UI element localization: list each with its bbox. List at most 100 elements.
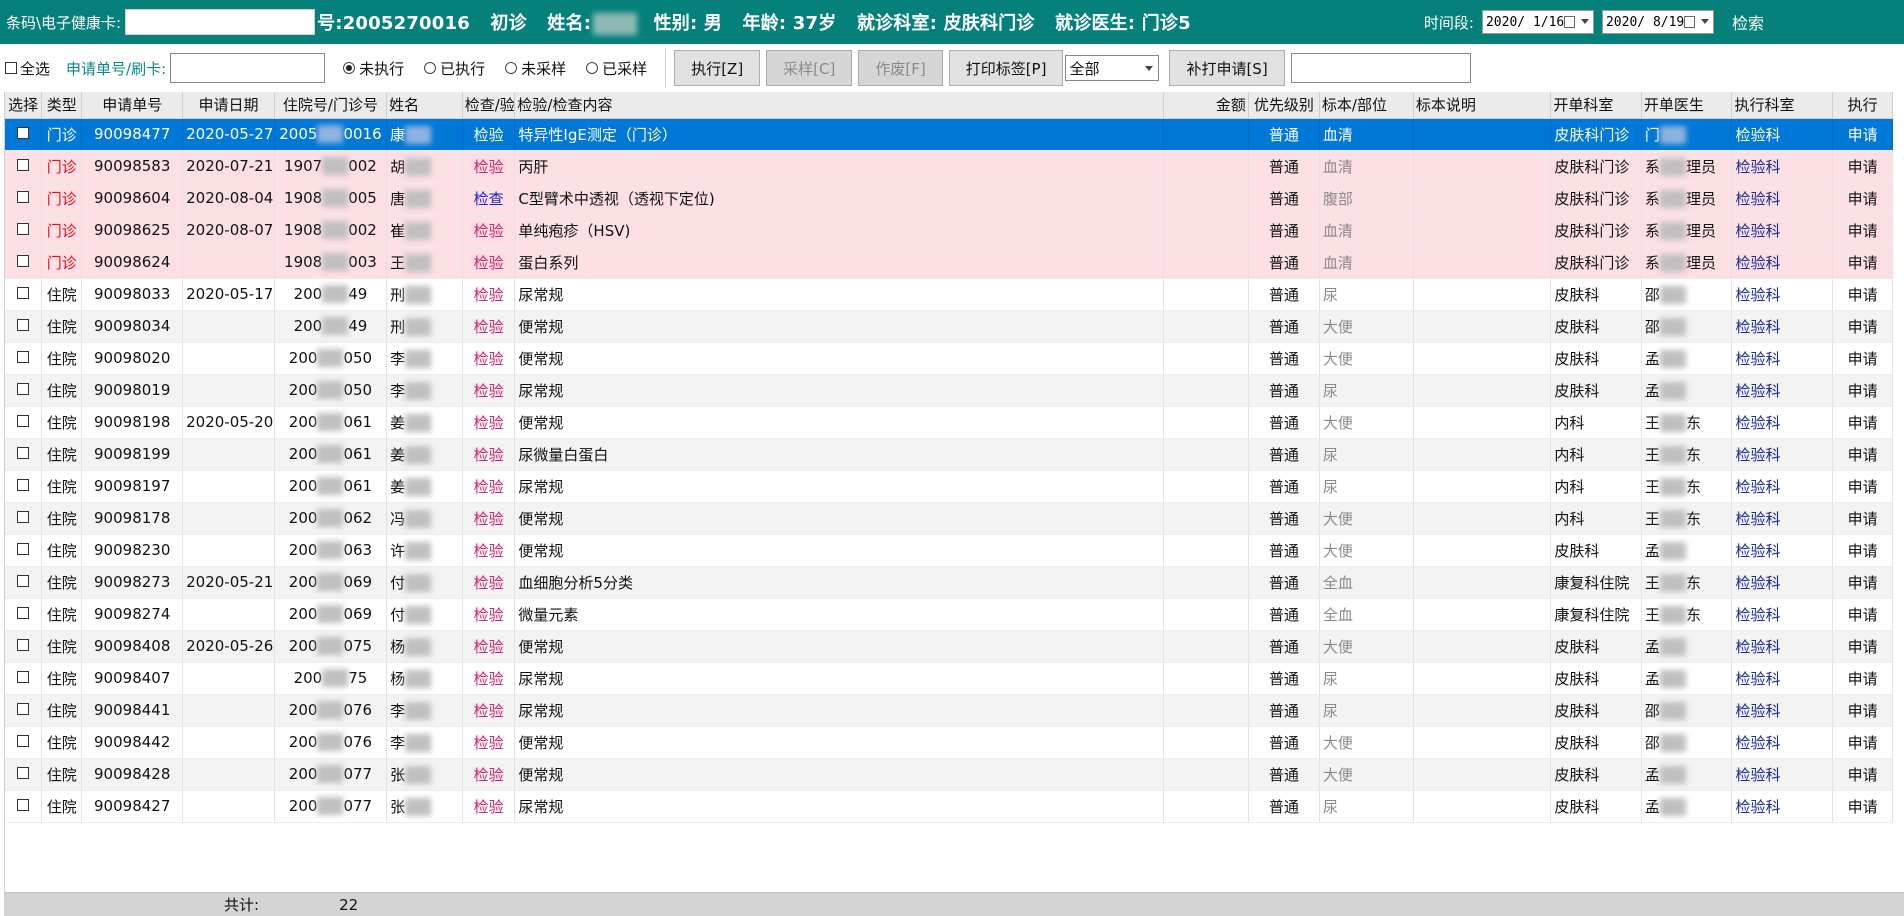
table-row[interactable]: 住院 90098178 200 062 冯检验 便常规 普通 大便 内科王东检验科 申请 — [5, 502, 1893, 535]
row-checkbox[interactable] — [17, 671, 30, 683]
visit-dept: 就诊科室: 皮肤科门诊 — [856, 13, 1035, 34]
cell-order-dept: 皮肤科 — [1550, 758, 1642, 791]
col-kind[interactable]: 检查/验 — [462, 92, 516, 119]
row-checkbox[interactable] — [17, 799, 30, 811]
table-row[interactable]: 住院 90098441 200 076 李 检验 尿常规 普通 尿 皮肤科 邵 检验科 申请 — [5, 694, 1893, 727]
void-button[interactable]: 作废[F] — [858, 50, 943, 86]
table-row[interactable]: 住院 90098427 200 077 张 检验 尿常规 普通 尿 皮肤科 孟 检验科 申请 — [5, 790, 1893, 823]
col-content[interactable]: 检验/检查内容 — [514, 92, 1165, 119]
select-all-checkbox[interactable]: 全选 — [0, 58, 50, 79]
col-type[interactable]: 类型 — [41, 92, 83, 119]
cell-exec-dept: 检验科 — [1731, 502, 1834, 535]
table-row[interactable]: 住院 90098273 2020-05-21 200 069 付 检验 血细胞分析5分类 普通 全… — [5, 566, 1893, 599]
table-row[interactable]: 住院 90098020 200 050 李 检验 便常规 普通 大便 皮肤科 孟 检验科 申请 — [5, 342, 1893, 375]
cell-specimen: 大便 — [1319, 342, 1414, 375]
cell-apply-date — [182, 342, 275, 375]
privacy-mask — [322, 253, 349, 272]
row-checkbox[interactable] — [17, 639, 30, 651]
radio-sampled[interactable]: 已采样 — [586, 58, 647, 79]
row-checkbox[interactable] — [17, 255, 30, 267]
table-row[interactable]: 住院 90098442 200 076 李 检验 便常规 普通 大便 皮肤科 邵 检验科 申请 — [5, 726, 1893, 759]
cell-type: 门诊 — [41, 150, 83, 183]
table-row[interactable]: 住院 90098199 200 061 姜检验 尿微量白蛋白 普通尿内科王东检验科 申请 — [5, 438, 1893, 471]
row-checkbox[interactable] — [17, 287, 30, 299]
exec-text: 申请 — [1847, 253, 1878, 272]
table-row[interactable]: 住院 90098408 2020-05-26 200 075 杨 检验 便常规 普通 大便 皮肤科 孟… — [5, 630, 1893, 663]
cell-order-doctor: 孟 — [1641, 374, 1733, 407]
radio-unexecuted[interactable]: 未执行 — [343, 58, 404, 79]
cell-exec: 申请 — [1832, 502, 1893, 535]
cell-specimen-note — [1413, 214, 1552, 247]
col-patient-no[interactable]: 住院号/门诊号 — [274, 92, 388, 119]
col-specimen[interactable]: 标本/部位 — [1319, 92, 1414, 119]
type-text: 门诊 — [46, 125, 77, 144]
cell-order-doctor: 孟 — [1641, 662, 1733, 695]
row-checkbox[interactable] — [17, 319, 30, 331]
row-checkbox[interactable] — [17, 703, 30, 715]
exec-text: 申请 — [1847, 445, 1878, 464]
row-checkbox[interactable] — [17, 607, 30, 619]
col-priority[interactable]: 优先级别 — [1248, 92, 1320, 119]
table-row[interactable]: 住院 90098019 200 050 李 检验 尿常规 普通 尿 皮肤科 孟 检验科 申请 — [5, 374, 1893, 407]
row-checkbox[interactable] — [17, 383, 30, 395]
table-row[interactable]: 住院 90098034 200 49 刑 检验 便常规 普通 大便 皮肤科 邵 检验科 申请 — [5, 310, 1893, 343]
table-row[interactable]: 门诊 90098624 1908 003 王 检验 蛋白系列 普通 血清 皮肤科门诊系 理员 检验科 申… — [5, 246, 1893, 279]
cell-apply-no: 90098583 — [81, 150, 184, 183]
col-exec[interactable]: 执行 — [1832, 92, 1893, 119]
table-row[interactable]: 住院 90098407 200 75 杨 检验 尿常规 普通 尿 皮肤科 孟 检验科 申请 — [5, 662, 1893, 695]
col-order-dept[interactable]: 开单科室 — [1550, 92, 1642, 119]
row-checkbox[interactable] — [17, 223, 30, 235]
extra-input[interactable] — [1290, 53, 1471, 83]
date-to-picker[interactable]: 2020/ 8/19 — [1601, 10, 1714, 34]
table-row[interactable]: 门诊 90098583 2020-07-21 1907 002 胡 检验 丙肝 普通 血清 皮肤科门… — [5, 150, 1893, 183]
col-apply-date[interactable]: 申请日期 — [182, 92, 275, 119]
date-from-picker[interactable]: 2020/ 1/16 — [1481, 10, 1594, 34]
row-checkbox[interactable] — [17, 575, 30, 587]
row-checkbox[interactable] — [17, 511, 30, 523]
radio-unsampled[interactable]: 未采样 — [505, 58, 566, 79]
col-select[interactable]: 选择 — [5, 92, 43, 119]
execute-button[interactable]: 执行[Z] — [674, 50, 761, 86]
col-exec-dept[interactable]: 执行科室 — [1731, 92, 1834, 119]
table-row[interactable]: 住院 90098230 200 063 许 检验 便常规 普通 大便 皮肤科 孟 检验科 申请 — [5, 534, 1893, 567]
table-row[interactable]: 住院 90098274 200 069 付检验 微量元素 普通 全血 康复科住院王东检验科 申请 — [5, 598, 1893, 631]
apply-no-input[interactable] — [170, 53, 326, 83]
table-row[interactable]: 门诊 90098604 2020-08-04 1908 005 唐 检查 C型臂术中透视（透视… — [5, 182, 1893, 215]
row-checkbox[interactable] — [17, 191, 30, 203]
table-row[interactable]: 门诊 90098625 2020-08-07 1908 002 崔 检验 单纯疱疹（HSV) 普… — [5, 214, 1893, 247]
col-apply-no[interactable]: 申请单号 — [81, 92, 184, 119]
sample-button[interactable]: 采样[C] — [766, 50, 853, 86]
table-row[interactable]: 住院 90098428 200 077 张 检验 便常规 普通 大便 皮肤科 孟 检验科 申请 — [5, 758, 1893, 791]
filter-select[interactable]: 全部 — [1065, 55, 1160, 81]
table-row[interactable]: 门诊 90098477 2020-05-27 2005 0016 康 检验 特异性IgE测定（… — [5, 118, 1893, 151]
name-label: 姓名: — [547, 13, 592, 34]
row-checkbox[interactable] — [17, 447, 30, 459]
specimen-text: 血清 — [1322, 253, 1353, 272]
col-specimen-note[interactable]: 标本说明 — [1413, 92, 1552, 119]
table-row[interactable]: 住院 90098033 2020-05-17 200 49 刑 检验 尿常规 普通 尿 皮肤科 邵 检验… — [5, 278, 1893, 311]
exec-text: 申请 — [1847, 637, 1878, 656]
col-name[interactable]: 姓名 — [386, 92, 463, 119]
cell-kind: 检验 — [462, 470, 516, 503]
print-label-button[interactable]: 打印标签[P] — [948, 50, 1064, 86]
table-row[interactable]: 住院 90098197 200 061 姜检验 尿常规 普通尿内科王东检验科 申请 — [5, 470, 1893, 503]
row-checkbox[interactable] — [17, 415, 30, 427]
row-checkbox[interactable] — [17, 159, 30, 171]
row-checkbox[interactable] — [17, 735, 30, 747]
card-input[interactable] — [125, 9, 316, 35]
search-button[interactable]: 检索 — [1732, 10, 1764, 34]
cell-apply-no: 90098033 — [81, 278, 184, 311]
row-checkbox[interactable] — [17, 479, 30, 491]
radio-executed[interactable]: 已执行 — [424, 58, 485, 79]
row-checkbox[interactable] — [17, 543, 30, 555]
row-checkbox[interactable] — [17, 127, 30, 139]
exec-dept-text: 检验科 — [1735, 285, 1781, 304]
row-checkbox[interactable] — [17, 351, 30, 363]
table-row[interactable]: 住院 90098198 2020-05-20 200 061 姜检验 便常规 普通 大便 内科王东… — [5, 406, 1893, 439]
row-checkbox[interactable] — [17, 767, 30, 779]
specimen-text: 全血 — [1322, 573, 1353, 592]
col-amount[interactable]: 金额 — [1163, 92, 1249, 119]
col-order-doctor[interactable]: 开单医生 — [1641, 92, 1733, 119]
cell-apply-date: 2020-05-21 — [182, 566, 275, 599]
reprint-apply-button[interactable]: 补打申请[S] — [1169, 50, 1285, 86]
